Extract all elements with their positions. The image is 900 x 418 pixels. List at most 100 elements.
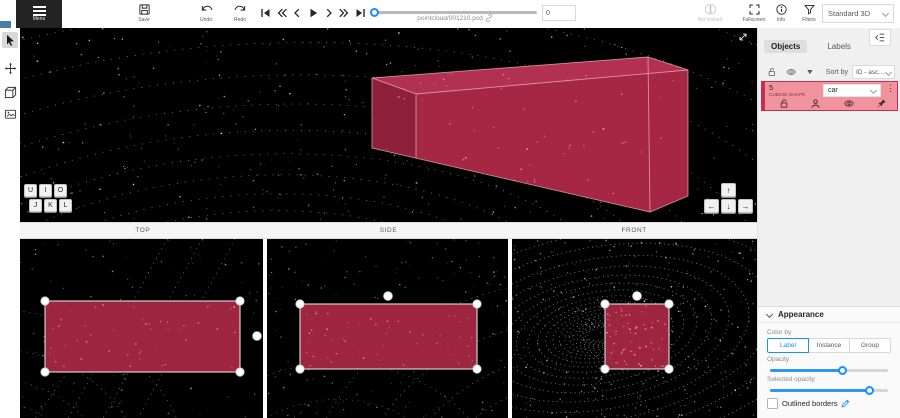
side-view-bbox[interactable]: [296, 292, 481, 374]
opacity-slider[interactable]: [770, 369, 888, 372]
workspace-select[interactable]: Standard 3D: [822, 4, 894, 23]
sort-select[interactable]: ID - ascent: [852, 65, 895, 79]
save-button[interactable]: Save: [126, 3, 162, 23]
key-o[interactable]: O: [54, 184, 67, 197]
ai-status-button[interactable]: Not trained: [692, 3, 728, 23]
object-id: 5: [769, 84, 773, 91]
jump-first-icon: [259, 7, 271, 19]
chevron-down-icon: [885, 68, 892, 75]
menu-label: Menu: [33, 17, 46, 22]
selected-opacity-slider[interactable]: [770, 389, 888, 392]
jump-last-icon: [355, 7, 367, 19]
appearance-header[interactable]: Appearance: [758, 307, 900, 323]
rotation-handle[interactable]: [384, 292, 393, 301]
key-k[interactable]: K: [44, 199, 57, 212]
pencil-icon[interactable]: [841, 399, 850, 408]
collapse-sidebar-button[interactable]: [869, 29, 891, 46]
tab-labels[interactable]: Labels: [820, 40, 858, 53]
top-view-canvas[interactable]: [20, 239, 263, 418]
front-view-canvas[interactable]: [512, 239, 757, 418]
outlined-borders-label: Outlined borders: [782, 399, 837, 408]
draw-cuboid-tool-button[interactable]: [2, 84, 18, 100]
object-label-select[interactable]: car: [823, 84, 881, 97]
key-u[interactable]: U: [24, 184, 37, 197]
key-j[interactable]: J: [29, 199, 42, 212]
side-view[interactable]: [267, 239, 508, 418]
front-view[interactable]: [512, 239, 757, 418]
arrow-left-button[interactable]: ←: [704, 199, 719, 213]
frame-number-input[interactable]: [542, 5, 576, 21]
fast-backward-button[interactable]: [274, 6, 288, 20]
next-frame-button[interactable]: [322, 6, 336, 20]
outlined-borders-row: Outlined borders: [767, 398, 891, 409]
resize-icon[interactable]: [737, 31, 749, 43]
cuboid-icon: [4, 86, 17, 99]
objects-header-controls: Sort by ID - ascent: [767, 64, 895, 80]
side-view-label: SIDE: [266, 223, 512, 238]
redo-button[interactable]: Redo: [222, 3, 258, 23]
pointcloud-3d-view[interactable]: [20, 28, 757, 222]
fast-forward-icon: [339, 7, 351, 19]
outlined-borders-checkbox[interactable]: [767, 398, 778, 409]
selected-opacity-label: Selected opacity: [767, 376, 891, 383]
hide-all-icon[interactable]: [786, 66, 796, 78]
arrow-up-button[interactable]: ↑: [721, 183, 736, 197]
jump-first-button[interactable]: [258, 6, 272, 20]
top-view[interactable]: [20, 239, 263, 418]
move-icon: [4, 62, 17, 75]
arrow-right-button[interactable]: →: [738, 199, 753, 213]
view-label-bar: TOP SIDE FRONT: [20, 222, 757, 239]
key-i[interactable]: I: [39, 184, 52, 197]
color-by-instance-button[interactable]: Instance: [808, 338, 850, 353]
top-view-bbox[interactable]: [41, 297, 262, 376]
opacity-label: Opacity: [767, 356, 891, 363]
selected-opacity-slider-fill: [770, 389, 870, 392]
arrow-pad-bottom: ← ↓ →: [704, 199, 753, 213]
caret-down-icon[interactable]: [806, 68, 814, 76]
selected-opacity-slider-handle[interactable]: [865, 386, 874, 395]
brain-icon: [704, 3, 717, 16]
key-l[interactable]: L: [59, 199, 72, 212]
color-by-label-button[interactable]: Label: [767, 338, 809, 353]
photo-context-button[interactable]: [2, 106, 18, 122]
jump-last-button[interactable]: [354, 6, 368, 20]
lock-all-icon[interactable]: [767, 66, 777, 78]
collapse-sidebar-icon: [874, 32, 886, 43]
object-menu-button[interactable]: ⋮: [886, 83, 895, 93]
cursor-tool-button[interactable]: [2, 32, 18, 48]
rotation-handle[interactable]: [633, 292, 642, 301]
fast-forward-button[interactable]: [338, 6, 352, 20]
occluded-icon[interactable]: [810, 98, 821, 109]
color-by-group-button[interactable]: Group: [849, 338, 891, 353]
rotation-handle[interactable]: [253, 332, 262, 341]
cuboid-annotation[interactable]: [372, 57, 688, 212]
hide-icon[interactable]: [843, 98, 855, 109]
menu-button[interactable]: Menu: [16, 0, 62, 28]
arrow-down-button[interactable]: ↓: [721, 199, 736, 213]
opacity-slider-handle[interactable]: [838, 366, 847, 375]
undo-button[interactable]: Undo: [188, 3, 224, 23]
top-view-label: TOP: [20, 223, 266, 238]
link-icon[interactable]: [485, 14, 493, 22]
object-item-car[interactable]: 5 CUBOID SHAPE car ⋮: [761, 81, 898, 111]
left-toolbar: [0, 28, 21, 418]
front-view-bbox[interactable]: [601, 292, 673, 374]
play-button[interactable]: [306, 6, 320, 20]
next-icon: [323, 7, 335, 19]
frame-slider-handle[interactable]: [370, 8, 379, 17]
playback-controls: [258, 6, 368, 20]
objects-sidebar: Objects Labels Sort by ID - ascent 5 CUB…: [757, 28, 900, 418]
color-by-label: Color by: [767, 329, 891, 336]
pin-icon[interactable]: [876, 98, 887, 109]
previous-frame-button[interactable]: [290, 6, 304, 20]
perspective-view[interactable]: U I O J K L ↑ ← ↓ →: [20, 28, 757, 222]
top-toolbar: Menu Save Undo Redo: [0, 0, 900, 29]
front-view-label: FRONT: [511, 223, 757, 238]
side-view-canvas[interactable]: [267, 239, 508, 418]
lock-icon[interactable]: [779, 98, 789, 109]
tab-objects[interactable]: Objects: [764, 40, 807, 53]
info-icon: [775, 3, 788, 16]
fast-backward-icon: [275, 7, 287, 19]
sort-by-label: Sort by: [826, 69, 848, 76]
move-tool-button[interactable]: [2, 60, 18, 76]
